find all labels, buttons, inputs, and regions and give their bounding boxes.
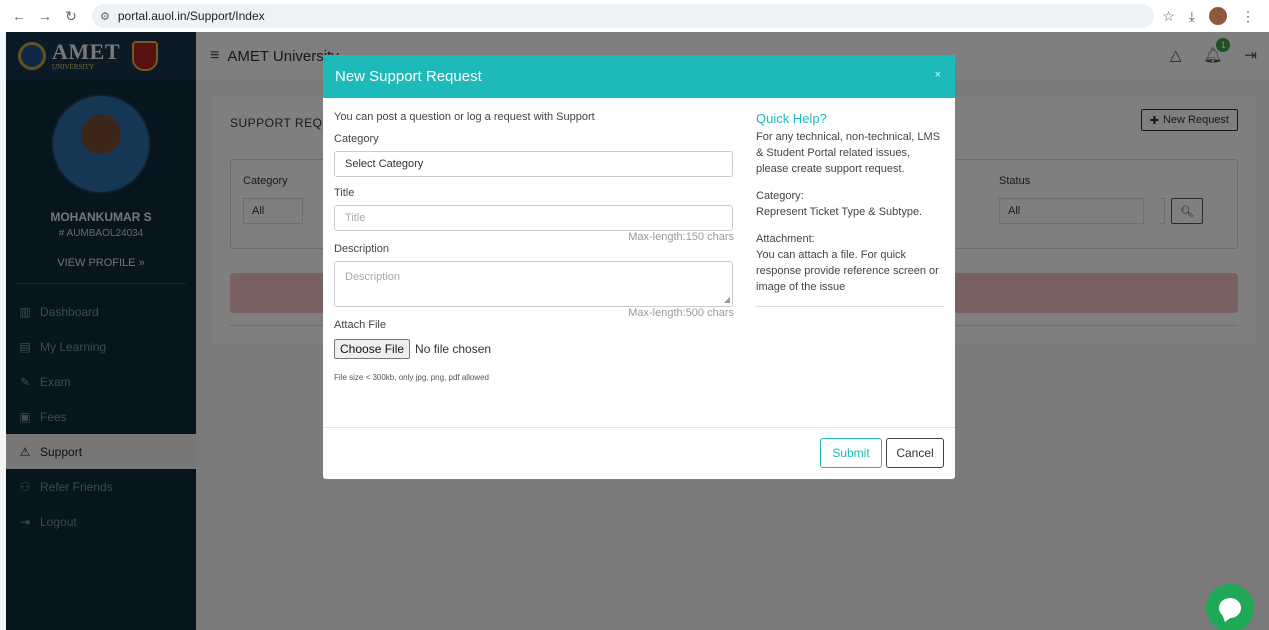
resize-handle-icon[interactable]: ◢ [724, 295, 730, 304]
browser-toolbar: ← → ↻ ⚙ portal.auol.in/Support/Index ☆ ⤓… [0, 0, 1269, 32]
title-label: Title [334, 187, 355, 199]
quick-help-panel: Quick Help? For any technical, non-techn… [756, 111, 944, 307]
reload-icon[interactable]: ↻ [60, 5, 82, 27]
quick-help-attachment-text: You can attach a file. For quick respons… [756, 249, 939, 293]
chat-bubble-icon [1219, 598, 1241, 618]
address-bar[interactable]: ⚙ portal.auol.in/Support/Index [92, 4, 1155, 28]
url-text: portal.auol.in/Support/Index [117, 9, 265, 23]
description-label: Description [334, 243, 390, 255]
form-intro: You can post a question or log a request… [334, 111, 595, 123]
request-form: You can post a question or log a request… [334, 111, 734, 382]
quick-help-title: Quick Help? [756, 111, 827, 126]
quick-help-category-text: Represent Ticket Type & Subtype. [756, 206, 923, 218]
new-support-request-modal: New Support Request × You can post a que… [323, 55, 955, 479]
modal-footer-divider [323, 427, 955, 428]
browser-menu-icon[interactable]: ⋮ [1241, 8, 1255, 25]
chat-button[interactable] [1206, 584, 1254, 630]
modal-title: New Support Request [335, 68, 482, 85]
quick-help-intro: For any technical, non-technical, LMS & … [756, 131, 941, 175]
category-label: Category [334, 133, 379, 145]
description-textarea[interactable]: Description ◢ [334, 261, 733, 307]
bookmark-star-icon[interactable]: ☆ [1162, 8, 1175, 25]
download-icon[interactable]: ⤓ [1189, 8, 1195, 25]
description-placeholder: Description [345, 271, 401, 283]
cancel-button[interactable]: Cancel [886, 438, 944, 468]
close-icon[interactable]: × [935, 69, 941, 81]
title-maxlen-hint: Max-length:150 chars [628, 231, 734, 243]
divider [756, 306, 944, 307]
submit-button[interactable]: Submit [820, 438, 882, 468]
quick-help-attachment-heading: Attachment: [756, 233, 815, 245]
description-maxlen-hint: Max-length:500 chars [628, 307, 734, 319]
modal-header: New Support Request × [323, 55, 955, 98]
forward-icon[interactable]: → [34, 5, 56, 27]
file-status: No file chosen [415, 342, 492, 356]
browser-profile-avatar[interactable] [1209, 7, 1227, 25]
file-input: Choose File No file chosen [334, 339, 734, 359]
title-input[interactable]: Title [334, 205, 733, 231]
site-info-icon[interactable]: ⚙ [100, 10, 110, 23]
attach-file-label: Attach File [334, 319, 386, 331]
category-select[interactable]: Select Category [334, 151, 733, 177]
file-size-note: File size < 300kb, only jpg, png, pdf al… [334, 373, 489, 382]
quick-help-category-heading: Category: [756, 190, 804, 202]
back-icon[interactable]: ← [8, 5, 30, 27]
choose-file-button[interactable]: Choose File [334, 339, 411, 359]
